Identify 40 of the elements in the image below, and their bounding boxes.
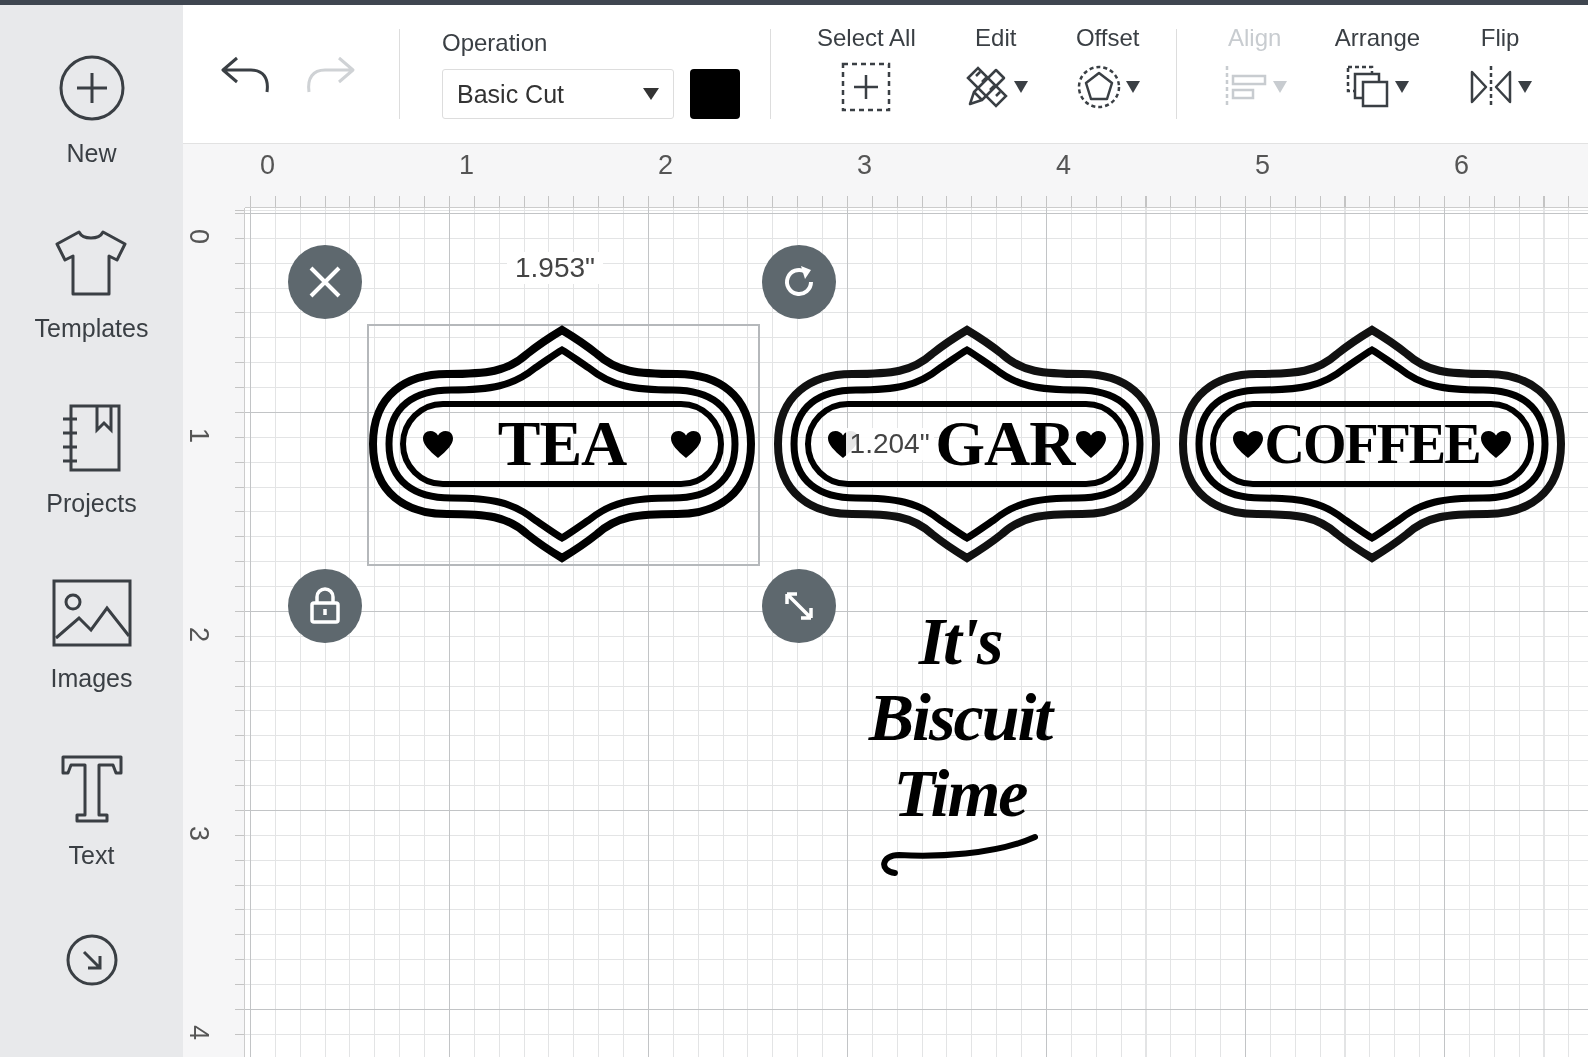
heart-icon — [423, 430, 453, 458]
ruler-number: 2 — [183, 627, 214, 642]
script-word: It's — [918, 603, 1002, 679]
ruler-number: 6 — [1454, 150, 1470, 181]
select-all-icon — [840, 61, 893, 113]
heart-icon — [671, 430, 701, 458]
width-dimension: 1.953" — [507, 252, 603, 284]
height-dimension: 1.204" — [845, 428, 934, 460]
label-word: COFFEE — [1264, 412, 1480, 476]
heart-icon — [1481, 430, 1511, 458]
ruler-number: 3 — [857, 150, 873, 181]
ruler-number: 4 — [183, 1025, 214, 1040]
toolbar-tool[interactable]: Arrange — [1310, 24, 1445, 114]
heart-icon — [1233, 430, 1263, 458]
ruler-number: 1 — [183, 428, 214, 443]
caret-icon — [643, 88, 659, 100]
heart-icon — [1075, 430, 1106, 458]
operation-label: Operation — [442, 29, 549, 57]
script-word: Time — [893, 755, 1027, 831]
sidebar-item[interactable]: Projects — [46, 403, 137, 518]
label-word: GAR — [935, 407, 1075, 481]
image-icon — [50, 578, 133, 648]
operation-dropdown[interactable]: Basic Cut — [442, 69, 674, 119]
sidebar-item[interactable]: Text — [58, 753, 125, 870]
ruler-number: 0 — [183, 229, 214, 244]
ruler-number: 5 — [1255, 150, 1271, 181]
sidebar-item[interactable]: Templates — [34, 228, 149, 343]
ruler-number: 2 — [658, 150, 674, 181]
sidebar-item[interactable]: New — [56, 53, 127, 168]
toolbar-tool[interactable]: Offset — [1051, 24, 1164, 114]
ruler-number: 0 — [260, 150, 276, 181]
sidebar-item[interactable]: Images — [50, 578, 133, 693]
toolbar-tool[interactable]: Flip — [1444, 24, 1557, 114]
toolbar-tool[interactable]: Edit — [939, 24, 1052, 114]
toolbar-tool[interactable]: Select All — [793, 24, 940, 114]
color-swatch[interactable] — [690, 69, 740, 119]
label-word: TEA — [497, 407, 627, 481]
ruler-number: 3 — [183, 826, 214, 841]
ruler-number: 1 — [459, 150, 475, 181]
ruler-number: 4 — [1056, 150, 1072, 181]
